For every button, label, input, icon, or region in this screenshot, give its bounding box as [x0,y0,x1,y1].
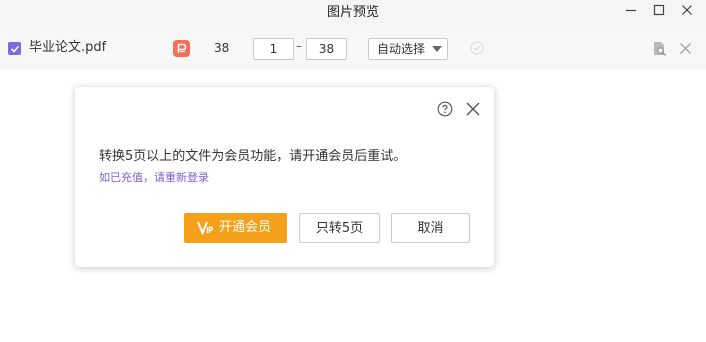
convert-five-pages-button[interactable]: 只转5页 [299,213,380,243]
vip-dialog: 转换5页以上的文件为会员功能，请开通会员后重试。 如已充值，请重新登录 开通会员… [75,87,494,267]
window-title: 图片预览 [326,5,379,20]
minimize-icon [626,9,636,12]
mode-select[interactable]: 自动选择 [368,38,448,60]
cancel-button[interactable]: 取消 [391,213,470,243]
chevron-down-icon [432,46,442,52]
check-circle-icon[interactable] [470,41,484,55]
relogin-link[interactable]: 如已充值，请重新登录 [99,170,209,186]
open-vip-button[interactable]: 开通会员 [184,213,287,243]
page-count: 38 [214,41,230,55]
maximize-button[interactable] [645,0,673,20]
title-bar: 图片预览 [0,0,706,28]
dialog-message: 转换5页以上的文件为会员功能，请开通会员后重试。 [99,149,407,164]
file-row: 毕业论文.pdf 38 1 – 38 自动选择 [0,28,706,70]
file-name: 毕业论文.pdf [29,40,107,55]
open-vip-label: 开通会员 [219,220,272,235]
check-icon [10,45,19,53]
close-icon[interactable] [679,42,692,55]
preview-search-icon[interactable] [653,41,667,56]
mode-select-label: 自动选择 [377,42,426,56]
vip-icon [197,221,213,235]
pdf-icon [173,40,190,57]
close-icon [682,5,692,15]
file-checkbox[interactable] [8,42,21,55]
help-icon[interactable] [437,101,453,117]
app-window: 图片预览 毕业论文.pdf 38 1 – 38 自动选择 转换5页以上的文件为会… [0,0,706,342]
range-start-input[interactable]: 1 [253,38,294,60]
close-icon[interactable] [465,101,481,117]
maximize-icon [653,4,665,16]
window-close-button[interactable] [673,0,701,20]
minimize-button[interactable] [617,0,645,20]
range-end-input[interactable]: 38 [306,38,347,60]
range-separator: – [296,39,302,53]
